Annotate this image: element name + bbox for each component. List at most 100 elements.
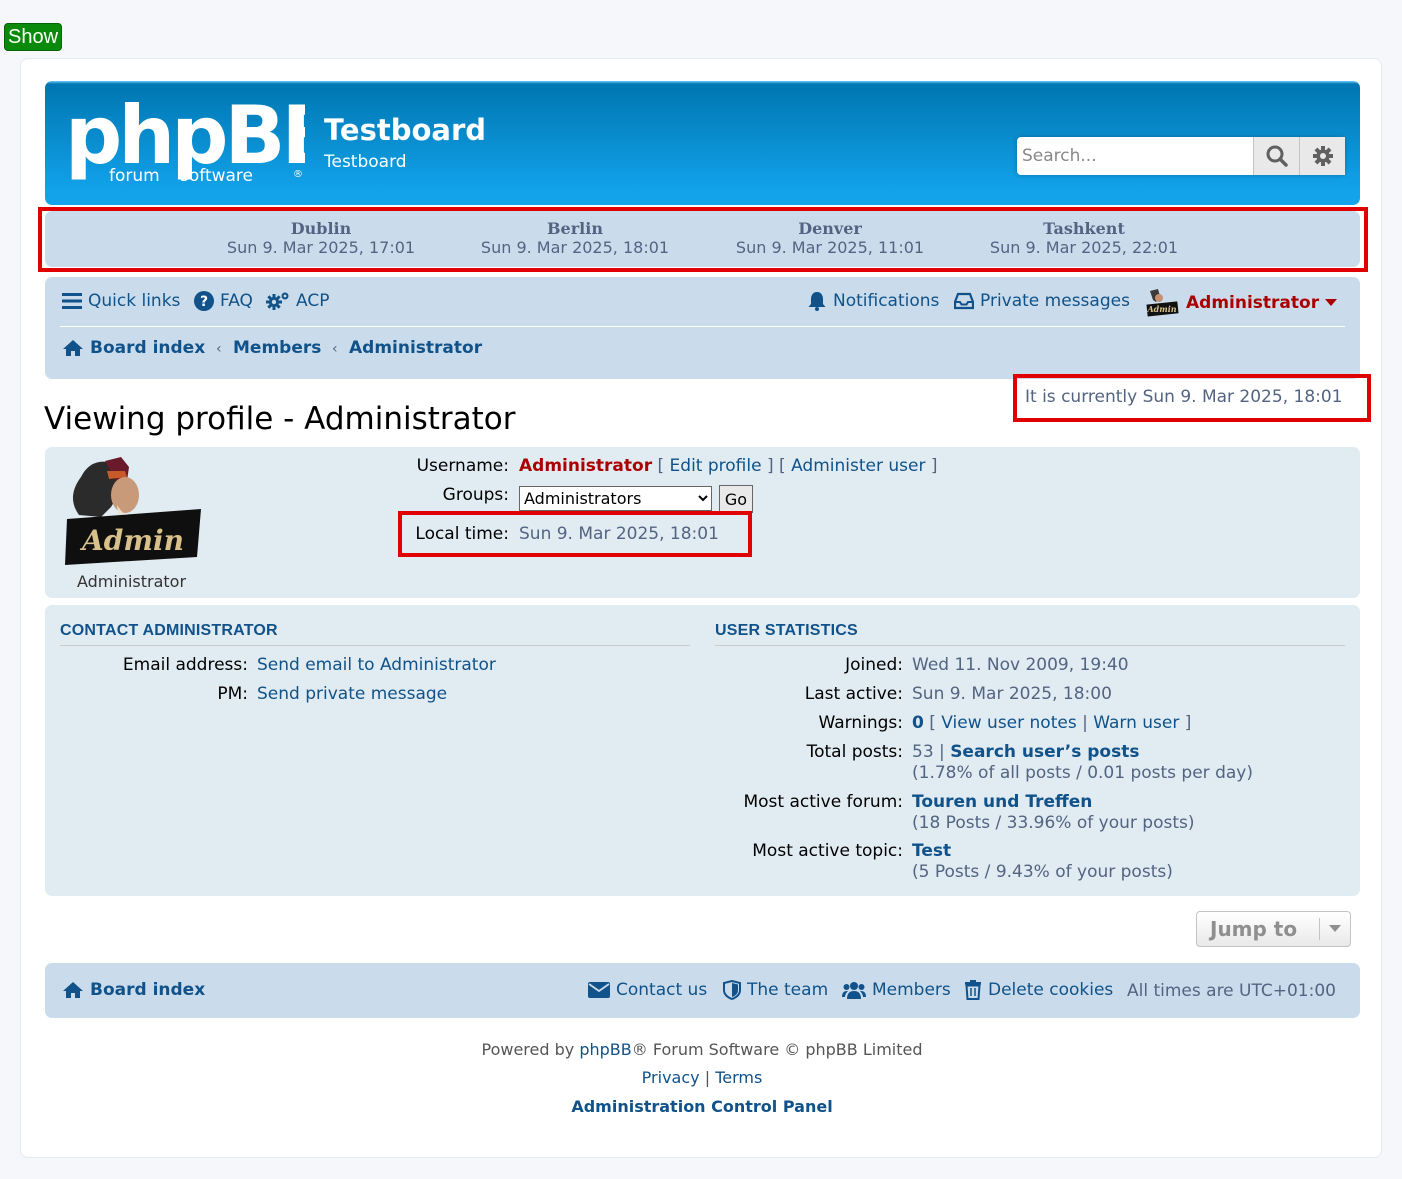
search-user-posts-link[interactable]: Search user’s posts xyxy=(950,742,1139,762)
quick-links-label: Quick links xyxy=(88,291,181,311)
delete-cookies-link[interactable]: Delete cookies xyxy=(964,980,1113,1000)
svg-text:®: ® xyxy=(293,169,303,180)
svg-text:?: ? xyxy=(200,294,208,310)
private-messages-link[interactable]: Private messages xyxy=(954,291,1130,311)
user-name: Administrator xyxy=(1186,293,1320,313)
groups-label: Groups: xyxy=(442,485,509,505)
terms-link[interactable]: Terms xyxy=(715,1068,762,1087)
pm-label: PM: xyxy=(217,684,248,704)
svg-text:software: software xyxy=(180,166,253,186)
contact-us-label: Contact us xyxy=(616,980,708,1000)
footer-navbar: Board index Contact us The team Members … xyxy=(45,963,1360,1018)
user-menu[interactable]: Admin Administrator xyxy=(1144,288,1338,318)
joined-value: Wed 11. Nov 2009, 19:40 xyxy=(912,655,1129,675)
home-icon xyxy=(63,340,83,356)
active-forum-detail: (18 Posts / 33.96% of your posts) xyxy=(912,813,1195,833)
search-box xyxy=(1017,137,1345,175)
page-wrapper: phpBB forum software ® Testboard Testboa… xyxy=(20,58,1382,1158)
faq-label: FAQ xyxy=(220,291,253,311)
username: Administrator xyxy=(519,456,653,476)
last-active-label: Last active: xyxy=(804,684,903,704)
warnings-count: 0 xyxy=(912,713,924,733)
view-user-notes-link[interactable]: View user notes xyxy=(941,713,1076,733)
site-title: Testboard xyxy=(324,113,487,147)
privacy-link[interactable]: Privacy xyxy=(642,1068,700,1087)
question-circle-icon: ? xyxy=(194,291,214,311)
avatar-caption: Administrator xyxy=(76,572,187,591)
users-icon xyxy=(842,982,866,999)
profile-panel: Admin Administrator Username: Administra… xyxy=(45,447,1360,598)
show-button[interactable]: Show xyxy=(4,23,62,51)
members-link[interactable]: Members xyxy=(842,980,951,1000)
the-team-link[interactable]: The team xyxy=(723,980,828,1000)
faq-link[interactable]: ? FAQ xyxy=(194,291,253,311)
active-topic-value: Test xyxy=(912,841,951,861)
caret-down-icon xyxy=(1319,918,1350,940)
send-email-link[interactable]: Send email to Administrator xyxy=(257,655,496,675)
powered-by-prefix: Powered by xyxy=(481,1040,580,1059)
phpbb-link[interactable]: phpBB xyxy=(579,1040,631,1059)
breadcrumb-label: Members xyxy=(233,338,322,358)
acp-footer-link[interactable]: Administration Control Panel xyxy=(571,1097,832,1116)
contact-section-title: CONTACT ADMINISTRATOR xyxy=(60,622,278,639)
shield-icon xyxy=(723,980,741,1000)
jump-to-label: Jump to xyxy=(1210,917,1298,941)
gear-icon xyxy=(1312,146,1333,166)
contact-us-link[interactable]: Contact us xyxy=(588,980,707,1000)
site-description: Testboard xyxy=(324,152,407,172)
caret-down-icon xyxy=(1325,299,1338,306)
search-input[interactable] xyxy=(1017,137,1253,175)
quick-links-menu[interactable]: Quick links xyxy=(62,291,180,311)
active-topic-link[interactable]: Test xyxy=(912,841,951,861)
total-posts-label: Total posts: xyxy=(806,742,903,762)
warn-user-link[interactable]: Warn user xyxy=(1093,713,1179,733)
warnings-label: Warnings: xyxy=(818,713,903,733)
warnings-value: 0 [ View user notes | Warn user ] xyxy=(912,713,1192,733)
members-label: Members xyxy=(872,980,951,1000)
breadcrumb-label: Administrator xyxy=(349,338,483,358)
stats-section-title: USER STATISTICS xyxy=(715,622,858,639)
email-label: Email address: xyxy=(122,655,248,675)
the-team-label: The team xyxy=(747,980,829,1000)
go-button[interactable]: Go xyxy=(719,485,753,513)
total-posts-count: 53 xyxy=(912,742,934,762)
site-header: phpBB forum software ® Testboard Testboa… xyxy=(45,81,1360,205)
avatar: Admin xyxy=(1146,289,1179,317)
notifications-label: Notifications xyxy=(833,291,940,311)
chevron-left-icon: ‹ xyxy=(216,341,222,357)
section-divider xyxy=(715,645,1345,646)
groups-select[interactable]: Administrators xyxy=(519,486,712,511)
stats-panel: CONTACT ADMINISTRATOR Email address: Sen… xyxy=(45,605,1360,896)
last-active-value: Sun 9. Mar 2025, 18:00 xyxy=(912,684,1112,704)
joined-label: Joined: xyxy=(845,655,903,675)
phpbb-logo[interactable]: phpBB forum software ® xyxy=(65,89,342,191)
footer-board-index-link[interactable]: Board index xyxy=(62,980,205,1000)
active-topic-label: Most active topic: xyxy=(752,841,903,861)
bell-icon xyxy=(808,292,826,311)
search-icon xyxy=(1266,145,1288,167)
edit-profile-link[interactable]: Edit profile xyxy=(670,456,762,476)
administer-user-link[interactable]: Administer user xyxy=(791,456,925,476)
private-messages-label: Private messages xyxy=(980,291,1130,311)
acp-label: ACP xyxy=(296,291,330,311)
active-forum-label: Most active forum: xyxy=(743,792,903,812)
chevron-left-icon: ‹ xyxy=(332,341,338,357)
send-pm-link[interactable]: Send private message xyxy=(257,684,447,704)
notifications-link[interactable]: Notifications xyxy=(807,291,939,311)
powered-by-suffix: ® Forum Software © phpBB Limited xyxy=(631,1040,923,1059)
breadcrumb-board-index[interactable]: Board index xyxy=(62,338,205,358)
active-forum-value: Touren und Treffen xyxy=(912,792,1092,812)
privacy-terms: Privacy | Terms xyxy=(21,1068,1383,1087)
acp-link[interactable]: ACP xyxy=(266,291,329,311)
jump-to-button[interactable]: Jump to xyxy=(1196,911,1351,947)
active-topic-detail: (5 Posts / 9.43% of your posts) xyxy=(912,862,1173,882)
active-forum-link[interactable]: Touren und Treffen xyxy=(912,792,1092,812)
navbar: Quick links ? FAQ ACP Notifications Priv… xyxy=(45,277,1360,379)
search-button[interactable] xyxy=(1253,137,1299,175)
nav-divider xyxy=(60,326,1345,327)
breadcrumb-administrator[interactable]: Administrator xyxy=(349,338,482,358)
advanced-search-button[interactable] xyxy=(1299,137,1345,175)
section-divider xyxy=(60,645,690,646)
username-value: Administrator [ Edit profile ] [ Adminis… xyxy=(519,456,938,476)
breadcrumb-members[interactable]: Members xyxy=(233,338,321,358)
